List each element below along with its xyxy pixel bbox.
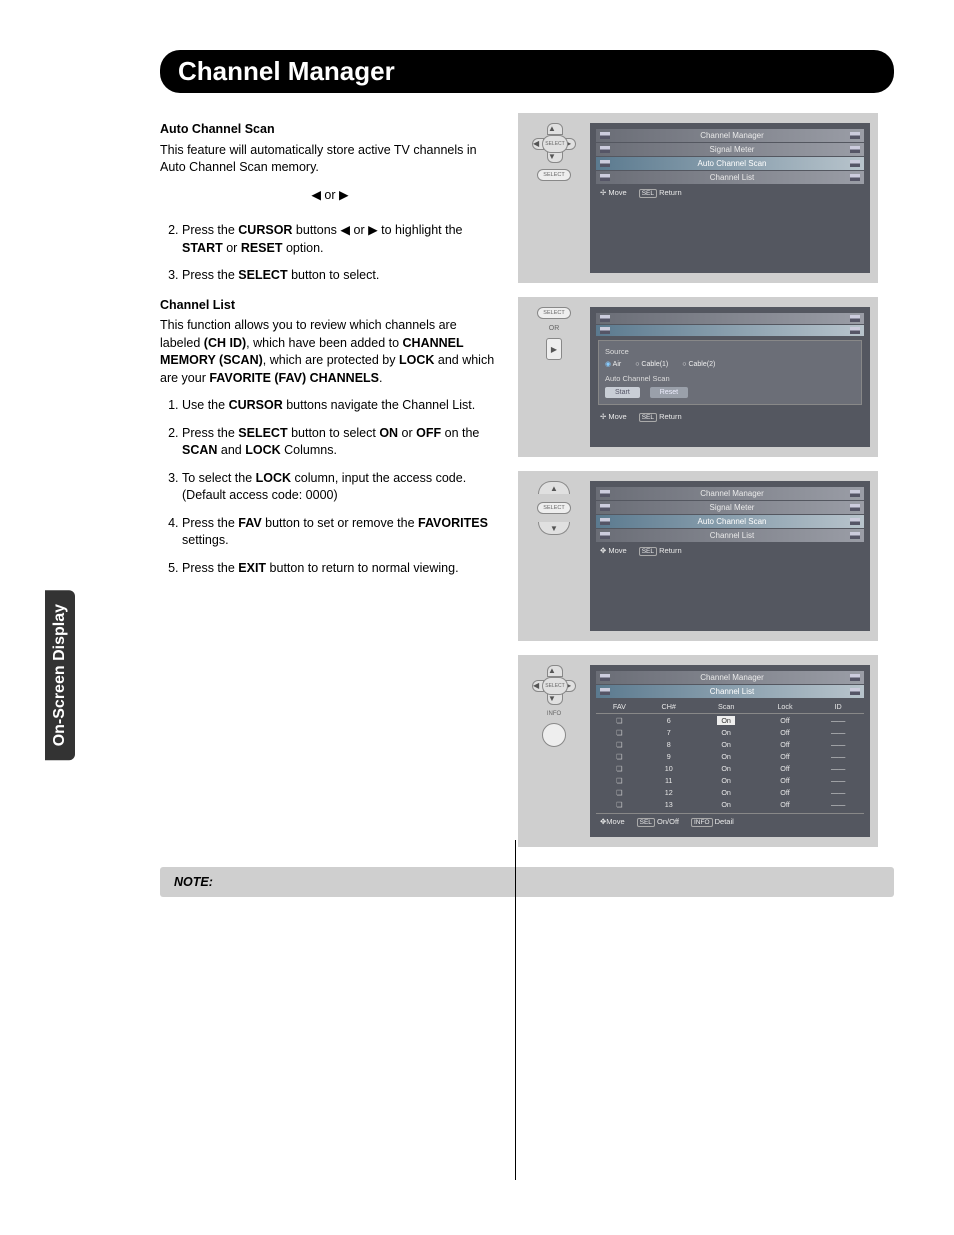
vertical-divider xyxy=(515,840,516,1180)
acs-heading: Auto Channel Scan xyxy=(160,121,500,139)
acs-step2: Press the CURSOR buttons ◀ or ▶ to highl… xyxy=(182,222,500,257)
select-button-icon: SELECT xyxy=(537,502,570,514)
side-tab-onscreen: On-Screen Display xyxy=(45,590,75,760)
cl-step5: Press the EXIT button to return to norma… xyxy=(182,560,500,578)
note-box: NOTE: xyxy=(160,867,894,897)
table-row: 12OnOff—— xyxy=(596,786,864,798)
text-column: Auto Channel Scan This feature will auto… xyxy=(160,113,500,847)
channel-list-table: FAVCH#ScanLockID 6OnOff——7OnOff——8OnOff—… xyxy=(596,700,864,810)
dpad-icon: ▲▼ ◀▶ SELECT xyxy=(532,123,576,163)
table-row: 7OnOff—— xyxy=(596,726,864,738)
cl-intro: This function allows you to review which… xyxy=(160,317,500,387)
cl-step3: To select the LOCK column, input the acc… xyxy=(182,470,500,505)
acs-or-line: ◀ or ▶ xyxy=(160,187,500,205)
figure-acs-menu: ▲▼ ◀▶ SELECT SELECT Channel Manager Sign… xyxy=(518,113,878,283)
figures-column: ▲▼ ◀▶ SELECT SELECT Channel Manager Sign… xyxy=(518,113,878,847)
cl-step2: Press the SELECT button to select ON or … xyxy=(182,425,500,460)
table-row: 13OnOff—— xyxy=(596,798,864,810)
table-row: 6OnOff—— xyxy=(596,714,864,727)
page-title: Channel Manager xyxy=(160,50,894,93)
figure-acs-source: SELECT OR ▶ Source Air Cable(1) Cable(2) xyxy=(518,297,878,457)
info-button-icon xyxy=(542,723,566,747)
up-icon: ▲ xyxy=(538,481,570,494)
table-row: 9OnOff—— xyxy=(596,750,864,762)
table-row: 11OnOff—— xyxy=(596,774,864,786)
down-icon: ▼ xyxy=(538,522,570,535)
acs-intro: This feature will automatically store ac… xyxy=(160,142,500,177)
cl-step4: Press the FAV button to set or remove th… xyxy=(182,515,500,550)
figure-cl-table: ▲▼ ◀▶ SELECT INFO Channel Manager Channe… xyxy=(518,655,878,847)
dpad-icon: ▲▼ ◀▶ SELECT xyxy=(532,665,576,705)
right-arrow-icon: ▶ xyxy=(546,338,562,360)
select-button-icon: SELECT xyxy=(537,307,570,319)
cl-heading: Channel List xyxy=(160,297,500,315)
cl-step1: Use the CURSOR buttons navigate the Chan… xyxy=(182,397,500,415)
table-row: 10OnOff—— xyxy=(596,762,864,774)
figure-cl-menu: ▲ SELECT ▼ Channel Manager Signal Meter … xyxy=(518,471,878,641)
select-button-icon: SELECT xyxy=(537,169,570,181)
table-row: 8OnOff—— xyxy=(596,738,864,750)
acs-step3: Press the SELECT button to select. xyxy=(182,267,500,285)
